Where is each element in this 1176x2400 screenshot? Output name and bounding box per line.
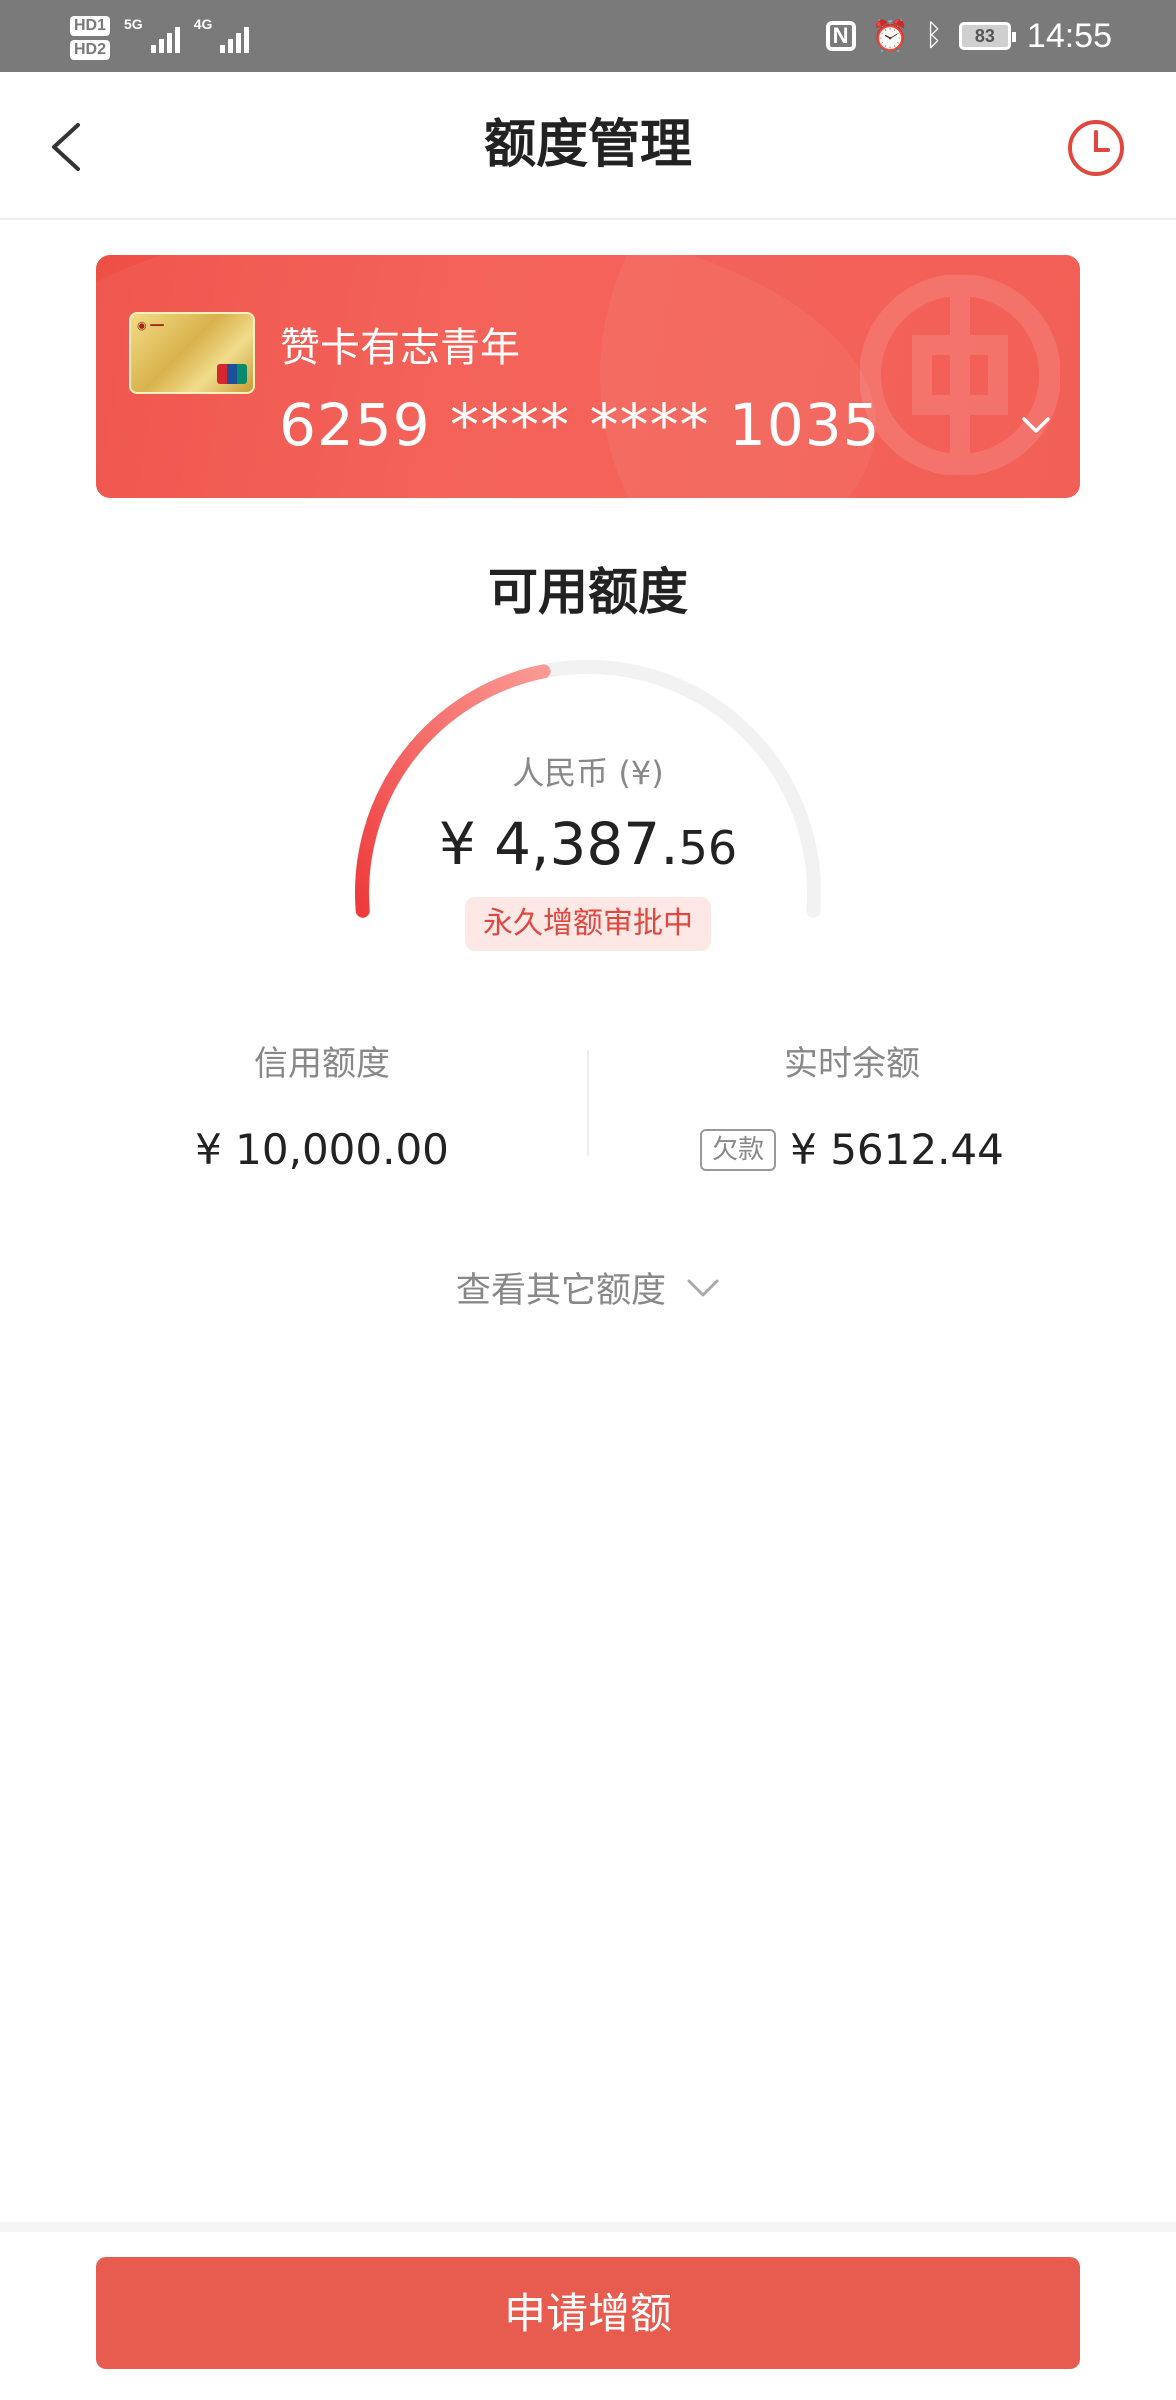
available-amount-main: ¥ 4,387. bbox=[438, 810, 679, 878]
credit-limit-label: 信用额度 bbox=[254, 1044, 390, 1084]
card-name: 赞卡有志青年 bbox=[280, 325, 520, 371]
bank-logo-icon: ◉ ━━ bbox=[137, 319, 164, 332]
balance-value: ¥ 5612.44 bbox=[790, 1125, 1004, 1174]
chevron-down-icon bbox=[687, 1279, 719, 1296]
available-amount: ¥ 4,387.56 bbox=[0, 810, 1176, 878]
view-other-credits-label: 查看其它额度 bbox=[455, 1271, 666, 1311]
sim2-hd-badge: HD2 bbox=[70, 40, 111, 60]
balance-label: 实时余额 bbox=[784, 1044, 920, 1084]
chevron-down-icon[interactable] bbox=[1016, 405, 1056, 445]
currency-label: 人民币 (¥) bbox=[512, 754, 664, 792]
history-button[interactable] bbox=[1066, 118, 1126, 178]
sim1-hd-badge: HD1 bbox=[70, 16, 111, 36]
status-time: 14:55 bbox=[1026, 16, 1112, 55]
network-type-2: 4G bbox=[193, 16, 213, 32]
network-type-1: 5G bbox=[124, 16, 143, 32]
signal-bars-2-icon bbox=[220, 23, 250, 53]
credit-limit-value: ¥ 10,000.00 bbox=[195, 1125, 449, 1174]
unionpay-logo-icon bbox=[217, 364, 247, 384]
available-amount-cents: 56 bbox=[678, 821, 738, 875]
signal-group: HD1 HD2 5G 4G bbox=[70, 8, 250, 68]
card-selector[interactable]: ◉ ━━ 赞卡有志青年 6259 **** **** 1035 bbox=[96, 255, 1080, 498]
card-thumbnail: ◉ ━━ bbox=[129, 312, 255, 394]
balance-block: 实时余额 欠款 ¥ 5612.44 bbox=[592, 1036, 1112, 1174]
apply-increase-button[interactable]: 申请增额 bbox=[96, 2257, 1080, 2369]
battery-icon: 83 bbox=[958, 22, 1016, 50]
bluetooth-icon: ᛒ bbox=[924, 19, 943, 52]
back-arrow-icon bbox=[52, 123, 80, 171]
credit-limit-block: 信用额度 ¥ 10,000.00 bbox=[62, 1036, 582, 1174]
status-icons: N ⏰ ᛒ 83 14:55 bbox=[825, 10, 1112, 62]
bank-logo-watermark-icon bbox=[860, 275, 1060, 475]
view-other-credits-link[interactable]: 查看其它额度 bbox=[0, 1262, 1176, 1313]
status-badge: 永久增额审批中 bbox=[465, 897, 711, 951]
signal-bars-1-icon bbox=[150, 23, 180, 53]
clock-history-icon bbox=[1068, 120, 1124, 176]
bottom-divider bbox=[0, 2222, 1176, 2232]
nfc-icon: N bbox=[825, 21, 856, 51]
available-credit-title: 可用额度 bbox=[488, 563, 688, 621]
page-title: 额度管理 bbox=[483, 115, 692, 175]
stat-divider bbox=[587, 1050, 589, 1156]
back-button[interactable] bbox=[36, 112, 96, 182]
card-number: 6259 **** **** 1035 bbox=[279, 391, 881, 459]
battery-level: 83 bbox=[974, 25, 995, 46]
debt-tag: 欠款 bbox=[700, 1128, 777, 1171]
nav-bar: 额度管理 bbox=[0, 72, 1176, 220]
alarm-icon: ⏰ bbox=[871, 19, 909, 53]
status-bar: HD1 HD2 5G 4G N ⏰ ᛒ 83 14:55 bbox=[0, 0, 1176, 72]
